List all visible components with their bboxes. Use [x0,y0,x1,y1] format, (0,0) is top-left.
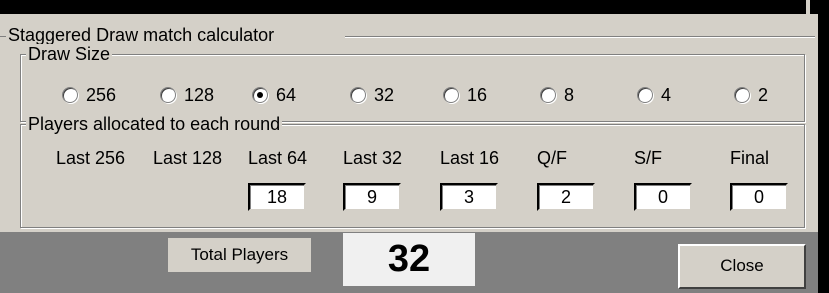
count-qf[interactable]: 2 [537,183,595,211]
radio-checked-icon [252,87,268,103]
count-sf[interactable]: 0 [634,183,692,211]
radio-128[interactable]: 128 [160,78,214,112]
radio-label: 32 [374,84,395,105]
count-final[interactable]: 0 [730,183,788,211]
players-group [20,124,805,228]
window-top-bar [0,0,829,14]
count-last-64[interactable]: 18 [248,183,306,211]
round-label-sf: S/F [634,148,663,168]
radio-circle-icon [160,87,176,103]
radio-circle-icon [62,87,78,103]
round-label-last-64: Last 64 [248,148,308,168]
players-group-label: Players allocated to each round [26,114,283,134]
draw-size-group [20,54,805,122]
count-last-16[interactable]: 3 [440,183,498,211]
radio-circle-icon [734,87,750,103]
round-label-qf: Q/F [537,148,567,168]
radio-32[interactable]: 32 [350,78,394,112]
round-label-last-32: Last 32 [343,148,403,168]
radio-label: 2 [758,84,769,105]
radio-circle-icon [443,87,459,103]
radio-label: 64 [276,84,297,105]
radio-label: 16 [467,84,488,105]
radio-label: 128 [184,84,215,105]
radio-4[interactable]: 4 [637,78,671,112]
total-players-label: Total Players [168,238,311,272]
count-last-32[interactable]: 9 [343,183,401,211]
outer-group-line [345,36,815,38]
round-label-last-16: Last 16 [440,148,500,168]
top-bar-notch [806,0,810,14]
radio-circle-icon [540,87,556,103]
radio-64[interactable]: 64 [252,78,296,112]
radio-256[interactable]: 256 [62,78,116,112]
radio-2[interactable]: 2 [734,78,768,112]
draw-size-label: Draw Size [26,44,113,64]
calculator-title: Staggered Draw match calculator [6,25,277,45]
right-edge [818,14,829,293]
round-label-last-256: Last 256 [56,148,126,168]
radio-label: 4 [661,84,672,105]
radio-16[interactable]: 16 [443,78,487,112]
total-players-value: 32 [343,233,475,286]
round-label-final: Final [730,148,770,168]
close-button[interactable]: Close [678,244,806,289]
radio-circle-icon [350,87,366,103]
round-label-last-128: Last 128 [153,148,223,168]
radio-label: 256 [86,84,117,105]
radio-circle-icon [637,87,653,103]
radio-8[interactable]: 8 [540,78,574,112]
radio-label: 8 [564,84,575,105]
